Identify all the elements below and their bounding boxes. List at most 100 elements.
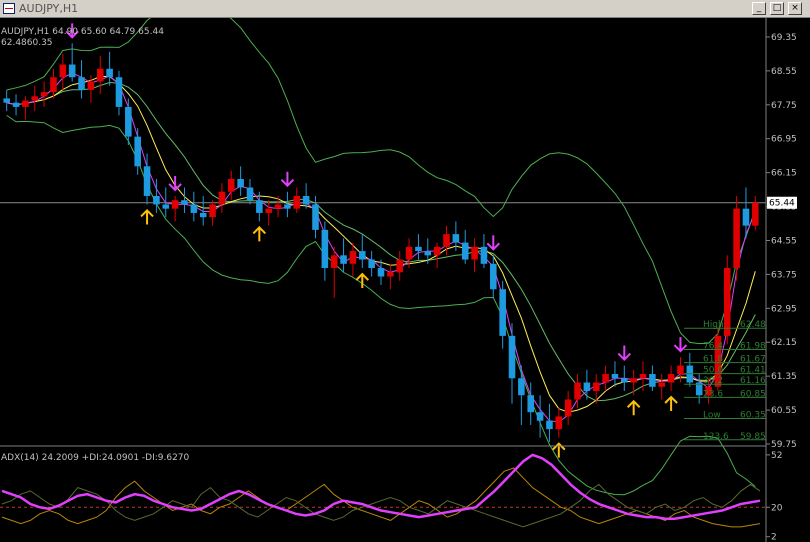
candle-body: [330, 255, 338, 269]
candle-body: [452, 234, 460, 243]
price-tick-label: 67.75: [771, 101, 797, 111]
candle-body: [471, 246, 478, 260]
candle-body: [87, 81, 95, 90]
candle-body: [508, 335, 516, 379]
price-tick-label: 62.95: [771, 304, 797, 314]
fib-level-value: 59.85: [740, 432, 766, 442]
candle-body: [31, 96, 39, 101]
candle-body: [723, 268, 731, 336]
candle-body: [649, 374, 656, 387]
candle-body: [555, 416, 563, 430]
candle-body: [349, 251, 357, 264]
candle-body: [96, 68, 104, 82]
maximize-button[interactable]: □: [770, 2, 784, 15]
candle-body: [564, 399, 572, 417]
candle-body: [115, 77, 123, 107]
candle-body: [50, 77, 57, 93]
candle-body: [265, 208, 272, 213]
candle-body: [181, 200, 188, 205]
fib-level-value: 61.67: [740, 355, 766, 365]
candle-body: [405, 246, 413, 260]
window-title: AUDJPY,H1: [19, 2, 79, 15]
fib-level-name: 123.6: [703, 432, 729, 442]
price-tick-label: 60.55: [771, 406, 797, 416]
fib-level-name: 61.8: [703, 355, 723, 365]
candle-body: [733, 208, 740, 269]
price-tick-label: 61.35: [771, 372, 797, 382]
fib-level-name: Low: [703, 411, 721, 421]
candle-body: [639, 374, 647, 379]
candle-body: [490, 263, 497, 290]
price-tick-label: 66.15: [771, 169, 797, 179]
adx-tick-label: 20: [771, 503, 783, 513]
candle-body: [209, 204, 216, 218]
fib-level-value: 60.35: [740, 411, 766, 421]
adx-tick-label: 52: [771, 451, 782, 461]
candle-body: [143, 166, 151, 196]
candle-body: [433, 246, 441, 256]
chart-canvas[interactable]: High 62.48 76.4 61.98 61.8 61.67 50.0 61.41 38.2…: [0, 18, 810, 542]
candle-body: [218, 191, 226, 205]
candle-body: [461, 242, 469, 260]
candle-body: [574, 382, 581, 400]
close-button[interactable]: ×: [788, 2, 802, 15]
fib-level-value: 60.85: [740, 389, 766, 399]
current-price-label: 65.44: [769, 199, 795, 209]
candle-body: [246, 187, 254, 201]
candle-body: [387, 272, 394, 277]
candle-body: [443, 234, 450, 247]
fib-level-name: 76.4: [703, 341, 723, 351]
minimize-button[interactable]: _: [752, 2, 766, 15]
price-tick-label: 69.35: [771, 33, 797, 43]
candle-body: [293, 195, 301, 209]
candle-body: [190, 204, 198, 213]
price-tick-label: 59.75: [771, 440, 797, 450]
candle-body: [415, 246, 422, 252]
price-tick-label: 62.15: [771, 338, 797, 348]
fib-level-value: 61.98: [740, 341, 766, 351]
candle-body: [667, 374, 675, 383]
candle-body: [368, 259, 375, 269]
candle-body: [424, 251, 432, 256]
candle-body: [658, 382, 666, 387]
symbol-sub-label: 62.4860.35: [1, 38, 53, 48]
candle-body: [621, 378, 628, 383]
candle-body: [359, 251, 366, 260]
candle-body: [480, 246, 488, 264]
title-bar[interactable]: AUDJPY,H1 _ □ ×: [0, 0, 810, 18]
fib-level-name: 38.2: [703, 376, 723, 386]
fib-level-value: 62.48: [740, 320, 766, 330]
candle-body: [22, 100, 29, 107]
chart-window: AUDJPY,H1 _ □ × High 62.48 76.4 61.98 61.8 61…: [0, 0, 810, 542]
candle-body: [377, 268, 385, 277]
candle-body: [340, 255, 347, 264]
symbol-info-label: AUDJPY,H1 64.90 65.60 64.79 65.44: [1, 27, 164, 37]
candle-body: [312, 204, 319, 230]
candle-body: [602, 374, 609, 383]
candle-body: [499, 289, 506, 336]
chart-window-icon: [3, 3, 15, 14]
price-tick-label: 68.55: [771, 67, 797, 77]
candle-body: [321, 229, 329, 269]
candle-body: [536, 412, 544, 421]
fib-level-name: 23.6: [703, 389, 723, 399]
candle-body: [3, 98, 10, 103]
candle-body: [40, 92, 48, 97]
fib-level-name: High: [703, 320, 724, 330]
candle-body: [106, 68, 113, 78]
candle-body: [284, 204, 291, 209]
candle-body: [527, 395, 535, 413]
candle-body: [630, 378, 637, 383]
candle-body: [125, 106, 132, 137]
candle-body: [274, 204, 282, 209]
candle-body: [742, 208, 750, 226]
fib-level-name: 50.0: [703, 366, 723, 376]
candle-body: [59, 64, 67, 78]
candle-body: [752, 202, 759, 226]
candle-body: [611, 374, 619, 379]
price-tick-label: 66.95: [771, 135, 797, 145]
candle-body: [68, 64, 76, 78]
candle-body: [153, 195, 160, 205]
candle-body: [199, 212, 207, 218]
price-tick-label: 64.55: [771, 236, 797, 246]
